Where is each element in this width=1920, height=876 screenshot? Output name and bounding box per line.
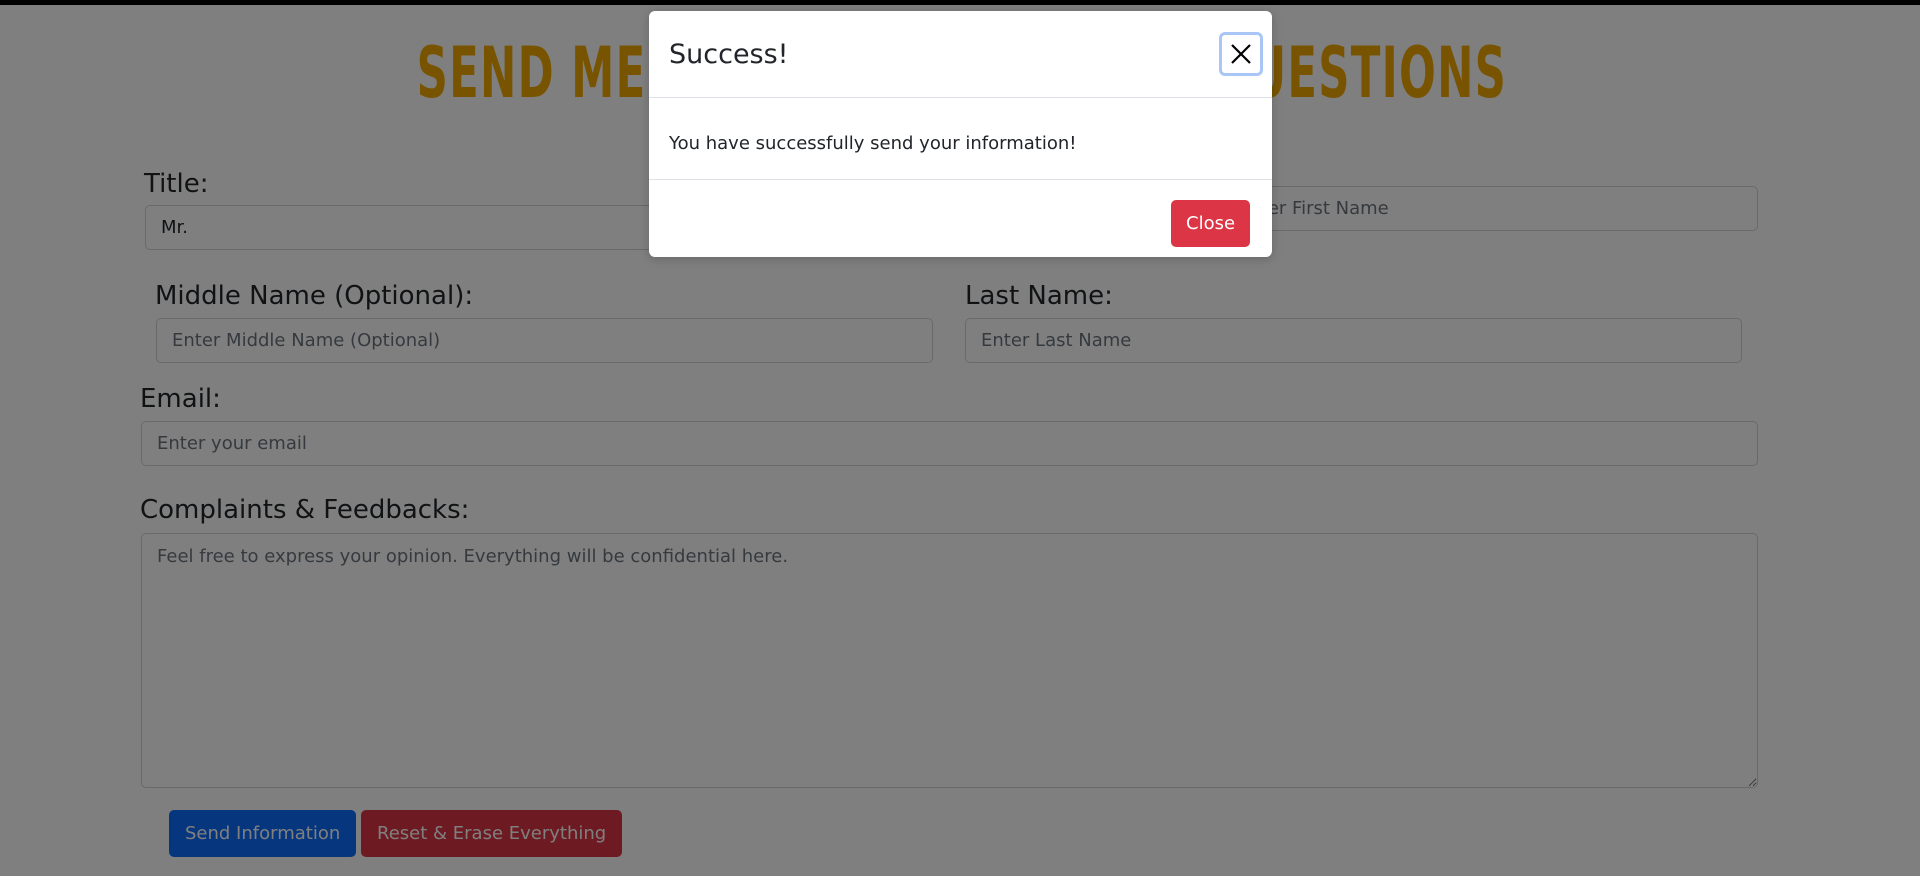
success-modal: Success! You have successfully send your… (649, 11, 1272, 257)
modal-close-x-button[interactable] (1219, 32, 1263, 76)
modal-message: You have successfully send your informat… (669, 133, 1077, 154)
modal-close-button[interactable]: Close (1171, 200, 1251, 247)
modal-footer: Close (649, 180, 1272, 257)
modal-title: Success! (669, 39, 789, 70)
modal-body: You have successfully send your informat… (649, 98, 1272, 180)
close-icon (1230, 43, 1252, 65)
modal-header: Success! (649, 11, 1272, 98)
